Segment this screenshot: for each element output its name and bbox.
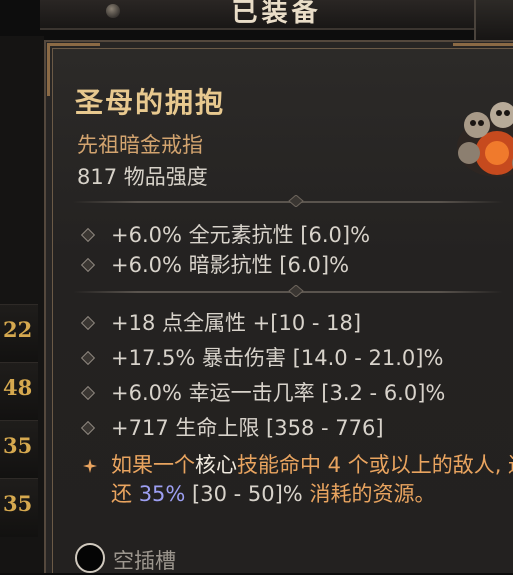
diamond-bullet-icon: [80, 350, 96, 365]
header-frame-cap: [474, 0, 513, 42]
implicit-stat: +6.0% 暗影抗性 [6.0]%: [73, 249, 349, 277]
socket-label: 空插槽: [113, 549, 176, 573]
frame-top-edge: [453, 43, 513, 76]
item-name: 圣母的拥抱: [75, 86, 226, 119]
affix-stat: +6.0% 幸运一击几率 [3.2 - 6.0]%: [73, 377, 445, 405]
side-row: 35: [0, 478, 38, 537]
divider-diamond-icon: [288, 285, 304, 297]
side-value: 22: [3, 317, 33, 342]
side-value: 35: [3, 433, 33, 458]
affix-stat: +18 点全属性 +[10 - 18]: [73, 307, 361, 335]
side-row: 35: [0, 420, 38, 479]
aspect-range: [30 - 50]%: [185, 482, 303, 506]
diamond-bullet-icon: [80, 315, 96, 330]
divider-diamond-icon: [288, 195, 304, 207]
diamond-bullet-icon: [80, 257, 96, 272]
keyword-core: 核心: [195, 453, 237, 477]
legendary-aspect: 如果一个核心技能命中 4 个或以上的敌人, 返还 35% [30 - 50]% …: [73, 451, 513, 509]
tooltip-body: 圣母的拥抱 先祖暗金戒指 817 物品强度 +6.0% 全元素抗性 [6.0]%…: [47, 43, 513, 573]
affix-stat: +717 生命上限 [358 - 776]: [73, 412, 384, 440]
section-divider: [73, 195, 503, 207]
legendary-star-icon: [83, 459, 97, 473]
implicit-stat: +6.0% 全元素抗性 [6.0]%: [73, 219, 370, 247]
stat-column: 22 48 35 35: [0, 36, 44, 573]
equipped-header: 已装备: [40, 0, 513, 30]
section-divider: [73, 285, 503, 297]
side-value: 48: [3, 375, 33, 400]
side-row: 22: [0, 304, 38, 363]
diamond-bullet-icon: [80, 227, 96, 242]
equipped-title: 已装备: [231, 0, 322, 28]
legendary-text: 如果一个核心技能命中 4 个或以上的敌人, 返还 35% [30 - 50]% …: [111, 453, 513, 506]
diamond-bullet-icon: [80, 420, 96, 435]
side-row: 48: [0, 362, 38, 421]
item-power: 817 物品强度: [77, 165, 208, 189]
diamond-bullet-icon: [80, 385, 96, 400]
item-tooltip: 圣母的拥抱 先祖暗金戒指 817 物品强度 +6.0% 全元素抗性 [6.0]%…: [44, 40, 513, 573]
skull-ring-icon: [457, 102, 513, 177]
aspect-value: 35%: [138, 482, 186, 506]
item-type: 先祖暗金戒指: [77, 133, 203, 157]
side-value: 35: [3, 491, 33, 516]
empty-socket-icon: [75, 543, 105, 573]
affix-stat: +17.5% 暴击伤害 [14.0 - 21.0]%: [73, 342, 443, 370]
